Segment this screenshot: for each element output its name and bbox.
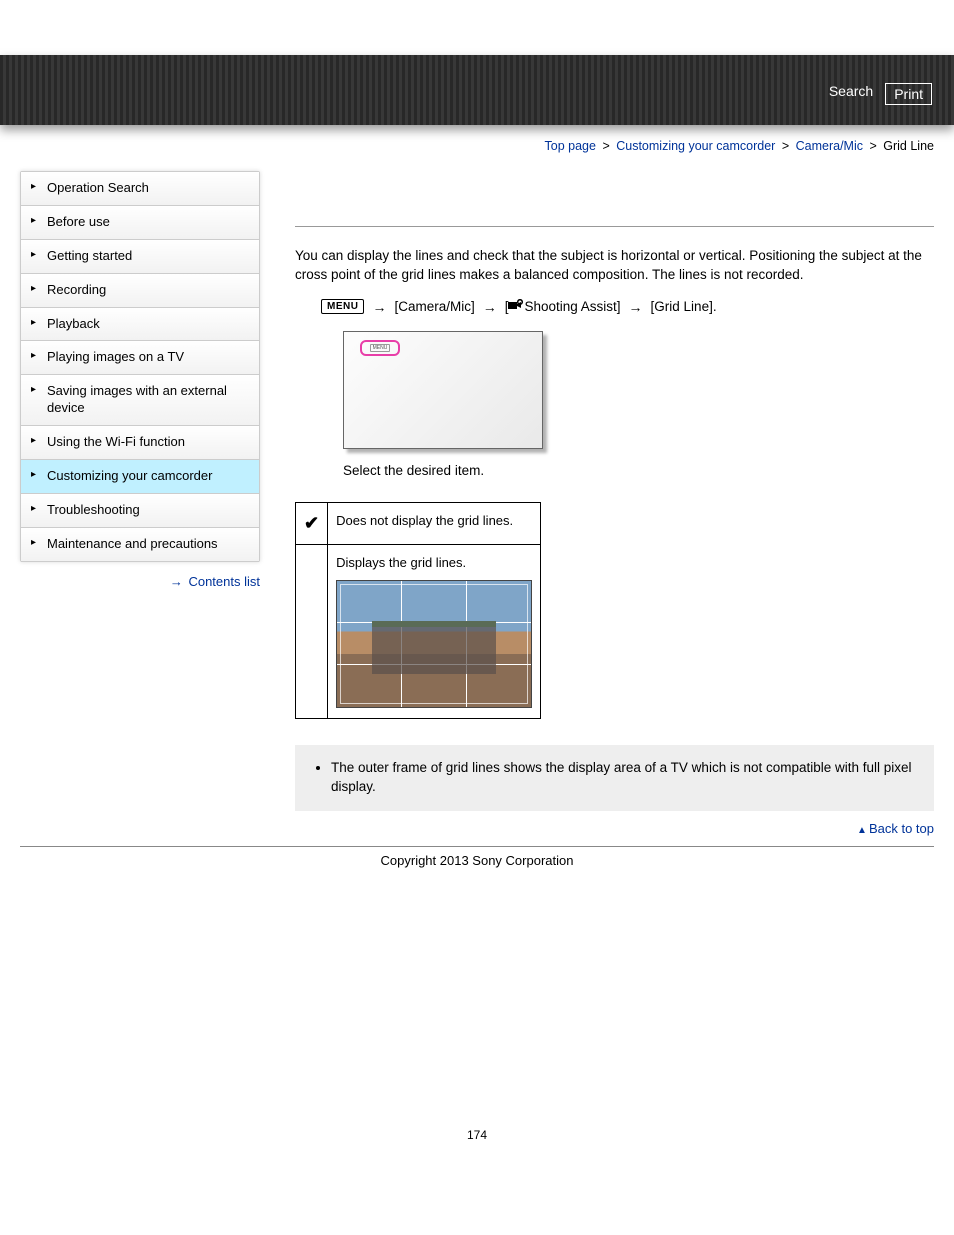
note-box: The outer frame of grid lines shows the …: [295, 745, 934, 811]
intro-text: You can display the lines and check that…: [295, 247, 934, 285]
camera-assist-icon: [508, 299, 524, 311]
divider: [20, 846, 934, 847]
breadcrumb-sep: >: [602, 139, 609, 153]
select-text: Select the desired item.: [343, 463, 934, 478]
empty-cell: [296, 544, 328, 718]
table-row: ✔ Does not display the grid lines.: [296, 502, 541, 544]
option-on-label: Displays the grid lines.: [336, 555, 466, 570]
note-item: The outer frame of grid lines shows the …: [331, 759, 920, 797]
shooting-assist-label: Shooting Assist]: [524, 299, 620, 314]
sidebar-item-before-use[interactable]: Before use: [21, 206, 259, 240]
check-icon: ✔: [304, 513, 319, 533]
option-on: Displays the grid lines.: [328, 544, 541, 718]
option-off: Does not display the grid lines.: [328, 502, 541, 544]
sidebar-item-troubleshooting[interactable]: Troubleshooting: [21, 494, 259, 528]
header-actions: Search Print: [829, 83, 932, 105]
sidebar-item-saving-external[interactable]: Saving images with an external device: [21, 375, 259, 426]
menu-step-shooting-assist: [Shooting Assist]: [505, 299, 621, 314]
main-content: You can display the lines and check that…: [295, 171, 934, 842]
arrow-right-icon: →: [170, 574, 183, 589]
sidebar-item-operation-search[interactable]: Operation Search: [21, 172, 259, 206]
grid-thumbnail: [336, 580, 532, 708]
breadcrumb-link-camera-mic[interactable]: Camera/Mic: [796, 139, 863, 153]
sidebar: Operation Search Before use Getting star…: [20, 171, 260, 589]
table-row: Displays the grid lines.: [296, 544, 541, 718]
triangle-up-icon: ▲: [857, 825, 867, 836]
breadcrumb-link-top[interactable]: Top page: [545, 139, 596, 153]
menu-icon: MENU: [321, 299, 364, 314]
back-to-top-link[interactable]: Back to top: [869, 821, 934, 836]
arrow-right-icon: →: [372, 299, 386, 315]
contents-list-wrap: → Contents list: [20, 574, 260, 589]
sidebar-item-playing-tv[interactable]: Playing images on a TV: [21, 341, 259, 375]
page-number: 174: [20, 1128, 934, 1156]
thumbnail-wrap: [336, 580, 532, 708]
breadcrumb-sep: >: [782, 139, 789, 153]
sidebar-item-recording[interactable]: Recording: [21, 274, 259, 308]
breadcrumb-link-customizing[interactable]: Customizing your camcorder: [616, 139, 775, 153]
breadcrumb-current: Grid Line: [883, 139, 934, 153]
sidebar-item-wifi[interactable]: Using the Wi-Fi function: [21, 426, 259, 460]
arrow-right-icon: →: [629, 299, 643, 315]
sidebar-item-getting-started[interactable]: Getting started: [21, 240, 259, 274]
menu-highlight-icon: [360, 340, 400, 356]
sidebar-list: Operation Search Before use Getting star…: [20, 171, 260, 562]
contents-list-link[interactable]: Contents list: [188, 574, 260, 589]
sidebar-item-playback[interactable]: Playback: [21, 308, 259, 342]
sidebar-item-maintenance[interactable]: Maintenance and precautions: [21, 528, 259, 562]
header-bar: Search Print: [0, 55, 954, 125]
screen-diagram: [343, 331, 543, 449]
arrow-right-icon: →: [483, 299, 497, 315]
menu-step-grid-line: [Grid Line].: [651, 299, 717, 314]
divider: [295, 226, 934, 227]
search-link[interactable]: Search: [829, 83, 873, 105]
sidebar-item-customizing[interactable]: Customizing your camcorder: [21, 460, 259, 494]
options-table: ✔ Does not display the grid lines. Displ…: [295, 502, 541, 719]
copyright: Copyright 2013 Sony Corporation: [20, 853, 934, 868]
back-to-top-wrap: ▲Back to top: [295, 821, 934, 836]
checkmark-cell: ✔: [296, 502, 328, 544]
breadcrumb-sep: >: [869, 139, 876, 153]
menu-step-camera-mic: [Camera/Mic]: [394, 299, 474, 314]
print-button[interactable]: Print: [885, 83, 932, 105]
breadcrumb: Top page > Customizing your camcorder > …: [20, 139, 934, 153]
menu-path: MENU → [Camera/Mic] → [Shooting Assist] …: [321, 299, 934, 315]
